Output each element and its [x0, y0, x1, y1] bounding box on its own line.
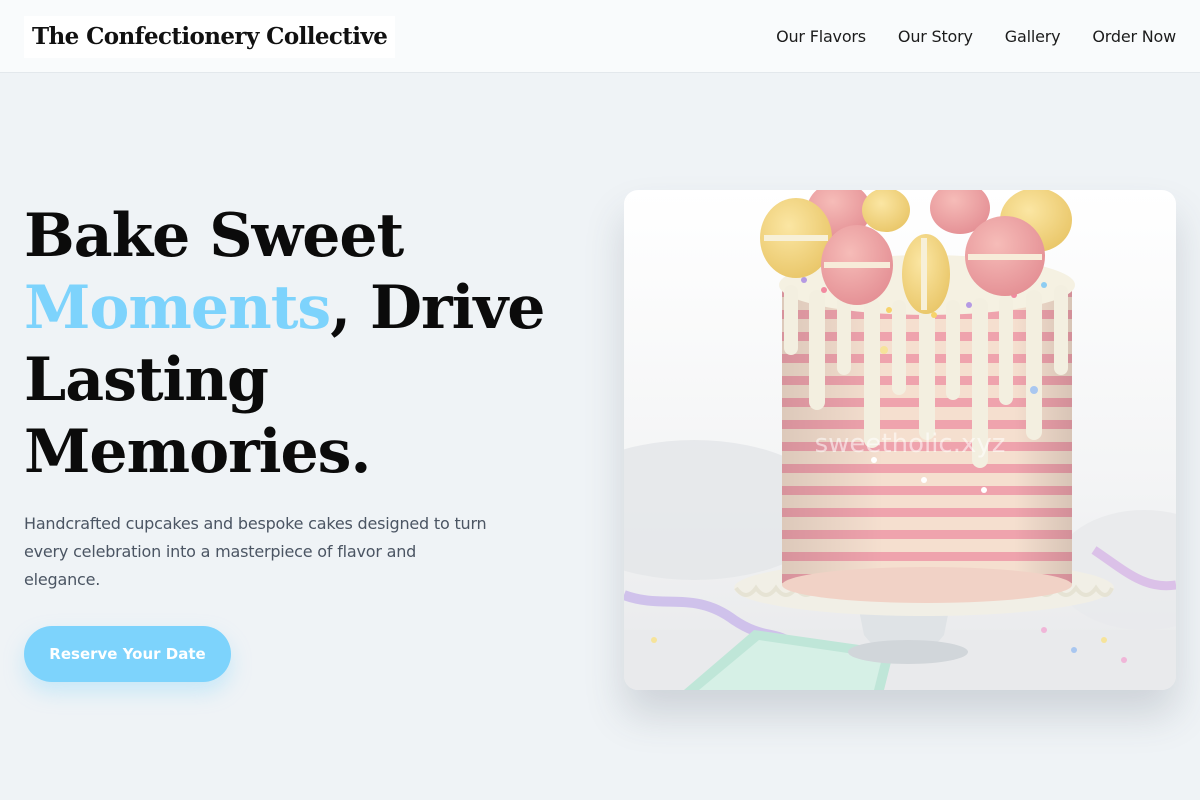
nav-link-our-flavors[interactable]: Our Flavors [776, 27, 866, 46]
nav-link-order-now[interactable]: Order Now [1092, 27, 1176, 46]
image-watermark: sweetholic.xyz [815, 429, 1006, 459]
site-header: The Confectionery Collective Our Flavors… [0, 0, 1200, 73]
hero-title: Bake Sweet Moments, Drive Lasting Memori… [24, 200, 584, 488]
nav-link-gallery[interactable]: Gallery [1005, 27, 1061, 46]
reserve-date-button[interactable]: Reserve Your Date [24, 626, 231, 682]
brand-logo[interactable]: The Confectionery Collective [24, 16, 396, 58]
hero-title-accent: Moments [24, 273, 331, 343]
hero-subtitle: Handcrafted cupcakes and bespoke cakes d… [24, 514, 487, 589]
cake-illustration: sweetholic.xyz [624, 190, 1176, 690]
main-nav: Our Flavors Our Story Gallery Order Now [776, 0, 1176, 72]
hero-title-part1: Bake Sweet [24, 201, 404, 271]
hero-cake-image: sweetholic.xyz [624, 190, 1176, 690]
nav-link-our-story[interactable]: Our Story [898, 27, 973, 46]
